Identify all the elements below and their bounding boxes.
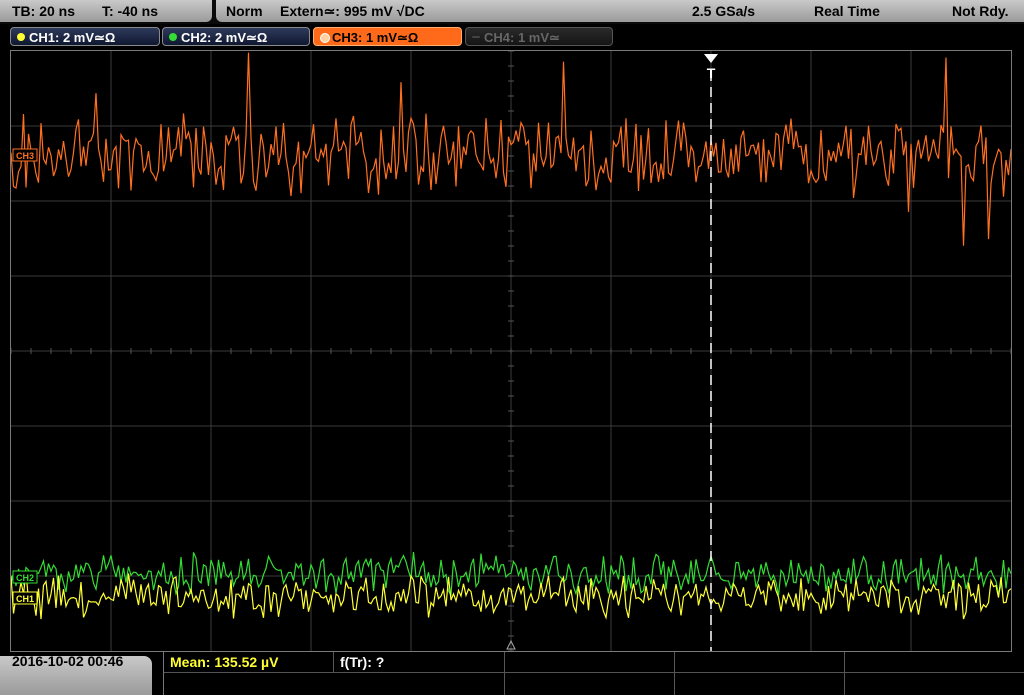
- channel-4-dash-icon: [472, 36, 480, 38]
- graticule: [11, 51, 1011, 651]
- channel-1-dot-icon: [17, 33, 25, 41]
- channel-2-label: CH2: 2 mV≃Ω: [181, 30, 268, 45]
- channel-2-tab[interactable]: CH2: 2 mV≃Ω: [162, 27, 310, 46]
- channel-2-marker-label: CH2: [16, 573, 34, 583]
- measurement-footer: 2016-10-02 00:46 Mean: 135.52 µV f(Tr): …: [0, 652, 1024, 695]
- channel-1-tab[interactable]: CH1: 2 mV≃Ω: [10, 27, 160, 46]
- waveform-display[interactable]: T CH3 CH2 CH1: [10, 50, 1012, 652]
- channel-2-dot-icon: [169, 33, 177, 41]
- measurement-row2-slot-3: [675, 673, 845, 695]
- trigger-source: Extern≃: 995 mV √DC: [280, 3, 425, 19]
- top-status-bar: TB: 20 ns T: -40 ns Norm Extern≃: 995 mV…: [0, 0, 1024, 24]
- acquisition-status-box[interactable]: Norm Extern≃: 995 mV √DC 2.5 GSa/s Real …: [216, 0, 1024, 22]
- channel-1-label: CH1: 2 mV≃Ω: [29, 30, 116, 45]
- channel-3-dot-icon: [320, 33, 330, 43]
- channel-3-tab[interactable]: CH3: 1 mV≃Ω: [313, 27, 462, 46]
- channel-1-marker-label: CH1: [16, 594, 34, 604]
- channel-3-label: CH3: 1 mV≃Ω: [332, 30, 419, 45]
- measurement-row2-slot-1: [164, 673, 505, 695]
- measurement-ftr: f(Tr): ?: [334, 652, 505, 673]
- channel-4-tab[interactable]: CH4: 1 mV≃: [465, 27, 613, 46]
- measurement-row2-slot-2: [505, 673, 675, 695]
- channel-bar: CH1: 2 mV≃Ω CH2: 2 mV≃Ω CH3: 1 mV≃Ω CH4:…: [0, 25, 1024, 49]
- waveform-canvas: T CH3 CH2 CH1: [11, 51, 1011, 651]
- measurement-table[interactable]: Mean: 135.52 µV f(Tr): ?: [163, 652, 1024, 695]
- measurement-slot-4: [675, 652, 845, 673]
- datetime-label: 2016-10-02 00:46: [12, 653, 124, 669]
- trigger-arrow-icon[interactable]: [704, 54, 718, 63]
- datetime-box: 2016-10-02 00:46: [0, 653, 152, 695]
- run-state: Not Rdy.: [952, 3, 1009, 19]
- trigger-mode: Norm: [226, 3, 263, 19]
- measurement-slot-3: [505, 652, 675, 673]
- measurement-mean: Mean: 135.52 µV: [164, 652, 334, 673]
- channel-4-label: CH4: 1 mV≃: [484, 30, 560, 45]
- timebase-label: TB: 20 ns: [12, 3, 76, 19]
- timebase-box[interactable]: TB: 20 ns T: -40 ns: [0, 0, 212, 22]
- sample-rate: 2.5 GSa/s: [692, 3, 756, 19]
- measurement-slot-5: [845, 652, 1024, 673]
- acquisition-mode: Real Time: [814, 3, 880, 19]
- trigger-offset-label: T: -40 ns: [102, 3, 159, 19]
- trigger-marker-label: T: [707, 65, 716, 81]
- channel-3-marker-label: CH3: [16, 151, 34, 161]
